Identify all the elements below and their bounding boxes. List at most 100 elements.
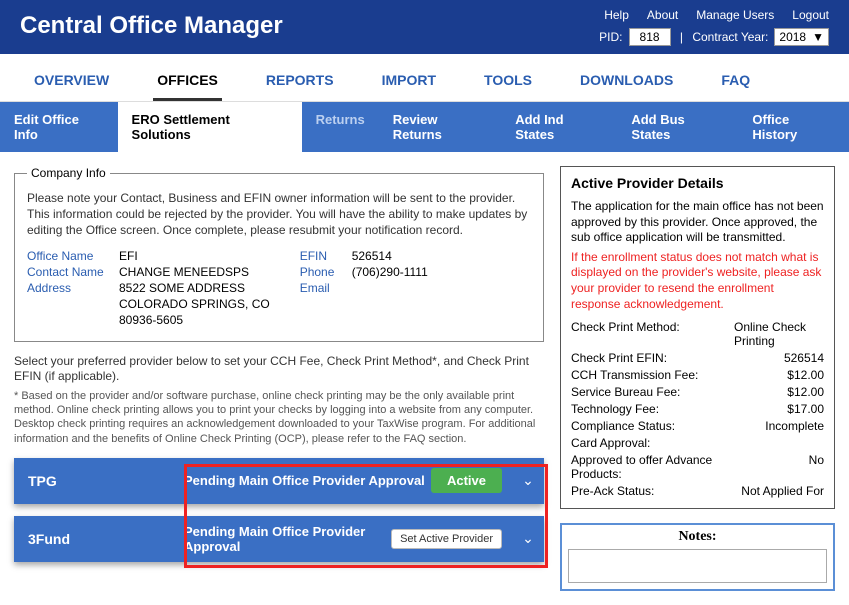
ap-row: Card Approval: xyxy=(571,436,824,450)
notes-box: Notes: xyxy=(560,523,835,591)
label-office-name: Office Name xyxy=(27,249,111,263)
row-phone: Phone(706)290-1111 xyxy=(300,265,428,279)
subtab-add-bus-states[interactable]: Add Bus States xyxy=(617,102,738,152)
value-efin: 526514 xyxy=(352,249,392,263)
pid-separator: | xyxy=(677,30,687,44)
ap-value: Not Applied For xyxy=(741,484,824,498)
ap-label: Service Bureau Fee: xyxy=(571,385,680,399)
row-efin: EFIN 526514 xyxy=(300,249,428,263)
header-right: Help About Manage Users Logout PID: 818 … xyxy=(599,8,829,46)
ap-label: Check Print EFIN: xyxy=(571,351,667,365)
value-contact-name: CHANGE MENEEDSPS xyxy=(119,265,249,279)
link-manage-users[interactable]: Manage Users xyxy=(696,8,774,22)
providers-wrapper: TPG Pending Main Office Provider Approva… xyxy=(14,458,544,562)
ap-row: Service Bureau Fee: $12.00 xyxy=(571,385,824,399)
ap-label: Approved to offer Advance Products: xyxy=(571,453,731,481)
subtab-returns[interactable]: Returns xyxy=(302,102,379,152)
pid-row: PID: 818 | Contract Year: 2018 ▼ xyxy=(599,28,829,46)
company-right-col: EFIN 526514 Phone(706)290-1111 Email xyxy=(300,249,428,327)
left-column: Company Info Please note your Contact, B… xyxy=(14,166,544,562)
app-title: Central Office Manager xyxy=(20,12,283,40)
link-about[interactable]: About xyxy=(647,8,678,22)
ap-label: CCH Transmission Fee: xyxy=(571,368,698,382)
row-contact-name: Contact Name CHANGE MENEEDSPS xyxy=(27,265,270,279)
provider-row-3fund[interactable]: 3Fund Pending Main Office Provider Appro… xyxy=(14,516,544,562)
subtab-review-returns[interactable]: Review Returns xyxy=(379,102,501,152)
provider-active-button[interactable]: Active xyxy=(431,468,502,493)
notes-title: Notes: xyxy=(564,527,831,549)
subtab-add-ind-states[interactable]: Add Ind States xyxy=(501,102,617,152)
company-info-fieldset: Company Info Please note your Contact, B… xyxy=(14,166,544,342)
pid-label: PID: xyxy=(599,30,622,44)
main-tabs: OVERVIEW OFFICES REPORTS IMPORT TOOLS DO… xyxy=(0,54,849,102)
company-note: Please note your Contact, Business and E… xyxy=(27,190,531,239)
company-info-grid: Office Name EFI Contact Name CHANGE MENEED… xyxy=(27,249,531,327)
chevron-down-icon[interactable]: ⌄ xyxy=(512,472,544,489)
tab-tools[interactable]: TOOLS xyxy=(480,64,536,101)
ap-value: No xyxy=(809,453,824,481)
app-header: Central Office Manager Help About Manage… xyxy=(0,0,849,54)
pref-text: Select your preferred provider below to … xyxy=(14,354,544,385)
provider-status: Pending Main Office Provider Approval xyxy=(184,473,431,488)
tab-faq[interactable]: FAQ xyxy=(717,64,754,101)
top-links: Help About Manage Users Logout xyxy=(599,8,829,22)
ap-row: Check Print Method:Online Check Printing xyxy=(571,320,824,348)
active-provider-title: Active Provider Details xyxy=(571,175,824,191)
ap-label: Pre-Ack Status: xyxy=(571,484,654,498)
ap-value: 526514 xyxy=(784,351,824,365)
value-phone: (706)290-1111 xyxy=(352,265,428,279)
ap-row: Compliance Status: Incomplete xyxy=(571,419,824,433)
row-office-name: Office Name EFI xyxy=(27,249,270,263)
pref-footnote: * Based on the provider and/or software … xyxy=(14,389,544,446)
tab-overview[interactable]: OVERVIEW xyxy=(30,64,113,101)
tab-offices[interactable]: OFFICES xyxy=(153,64,222,101)
label-efin: EFIN xyxy=(300,249,344,263)
active-provider-text: The application for the main office has … xyxy=(571,199,824,246)
provider-status: Pending Main Office Provider Approval xyxy=(184,524,391,554)
provider-name: 3Fund xyxy=(14,531,184,547)
ap-value: $12.00 xyxy=(787,385,824,399)
tab-reports[interactable]: REPORTS xyxy=(262,64,338,101)
chevron-down-icon[interactable]: ⌄ xyxy=(512,530,544,547)
company-info-legend: Company Info xyxy=(27,166,110,180)
set-active-provider-button[interactable]: Set Active Provider xyxy=(391,529,502,549)
label-contact-name: Contact Name xyxy=(27,265,111,279)
ap-row: Check Print EFIN: 526514 xyxy=(571,351,824,365)
row-address-2: COLORADO SPRINGS, CO xyxy=(27,297,270,311)
notes-textarea[interactable] xyxy=(568,549,827,583)
value-office-name: EFI xyxy=(119,249,138,263)
label-blank-1 xyxy=(27,297,111,311)
active-provider-box: Active Provider Details The application … xyxy=(560,166,835,509)
contract-year-select[interactable]: 2018 ▼ xyxy=(774,28,829,46)
subtab-ero-settlement[interactable]: ERO Settlement Solutions xyxy=(118,102,302,152)
row-address-1: Address 8522 SOME ADDRESS xyxy=(27,281,270,295)
ap-row: Technology Fee:$17.00 xyxy=(571,402,824,416)
provider-row-tpg[interactable]: TPG Pending Main Office Provider Approva… xyxy=(14,458,544,504)
link-help[interactable]: Help xyxy=(604,8,629,22)
ap-label: Technology Fee: xyxy=(571,402,659,416)
subtab-office-history[interactable]: Office History xyxy=(738,102,849,152)
row-email: Email xyxy=(300,281,428,295)
right-column: Active Provider Details The application … xyxy=(560,166,835,591)
link-logout[interactable]: Logout xyxy=(792,8,829,22)
ap-label: Compliance Status: xyxy=(571,419,675,433)
active-provider-warning: If the enrollment status does not match … xyxy=(571,250,824,312)
ap-label: Check Print Method: xyxy=(571,320,680,348)
tab-downloads[interactable]: DOWNLOADS xyxy=(576,64,677,101)
contract-year-label: Contract Year: xyxy=(692,30,768,44)
chevron-down-icon: ▼ xyxy=(812,30,824,44)
value-address-2: COLORADO SPRINGS, CO xyxy=(119,297,270,311)
sub-tabs: Edit Office Info ERO Settlement Solution… xyxy=(0,102,849,152)
ap-value: Incomplete xyxy=(765,419,824,433)
label-email: Email xyxy=(300,281,344,295)
company-left-col: Office Name EFI Contact Name CHANGE MENEED… xyxy=(27,249,270,327)
tab-import[interactable]: IMPORT xyxy=(378,64,440,101)
value-address-1: 8522 SOME ADDRESS xyxy=(119,281,245,295)
row-address-3: 80936-5605 xyxy=(27,313,270,327)
label-address: Address xyxy=(27,281,111,295)
ap-row: CCH Transmission Fee:$12.00 xyxy=(571,368,824,382)
contract-year-value: 2018 xyxy=(779,30,806,44)
subtab-edit-office-info[interactable]: Edit Office Info xyxy=(0,102,118,152)
ap-row: Approved to offer Advance Products: No xyxy=(571,453,824,481)
ap-label: Card Approval: xyxy=(571,436,650,450)
